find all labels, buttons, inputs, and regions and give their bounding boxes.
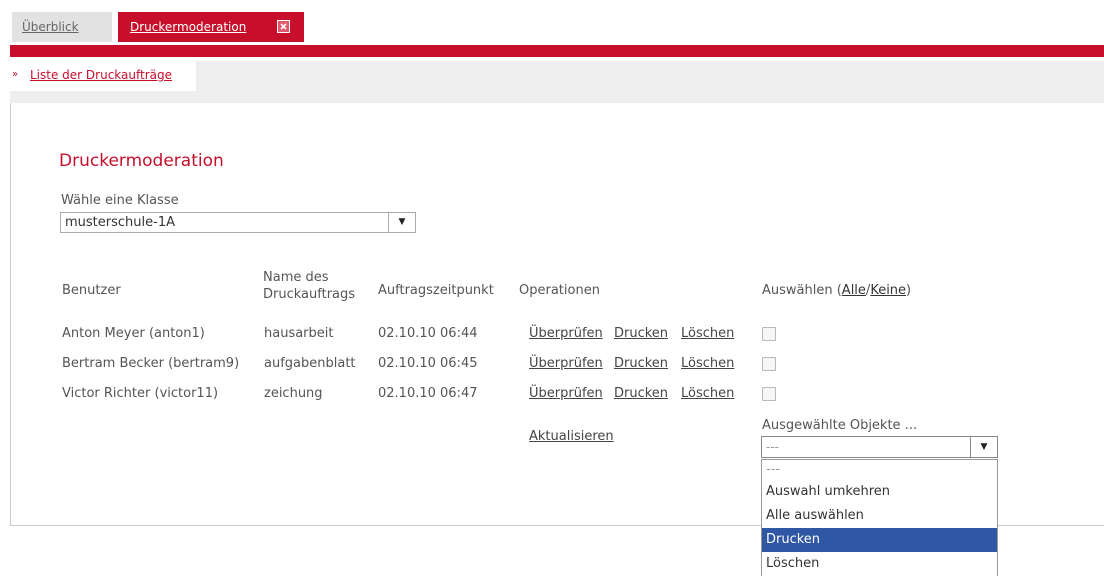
- row-1-job: hausarbeit: [264, 326, 334, 341]
- class-select-label: Wähle eine Klasse: [61, 193, 179, 208]
- header-benutzer: Benutzer: [62, 283, 121, 298]
- triangle-down-icon[interactable]: ▼: [388, 213, 415, 232]
- header-auswaehlen: Auswählen (Alle/Keine): [762, 282, 911, 299]
- header-auswaehlen-suffix: ): [906, 283, 912, 298]
- row-2-drucken-link[interactable]: Drucken: [614, 356, 668, 371]
- class-select-value: musterschule-1A: [65, 215, 175, 230]
- dropdown-option-loeschen[interactable]: Löschen: [762, 552, 997, 576]
- row-1-ueberpruefen-link[interactable]: Überprüfen: [529, 326, 603, 341]
- dropdown-option-alle-auswaehlen[interactable]: Alle auswählen: [762, 504, 997, 528]
- row-1-time: 02.10.10 06:44: [378, 326, 478, 341]
- header-name-line2: Druckauftrags: [263, 287, 356, 302]
- breadcrumb: » Liste der Druckaufträge: [10, 61, 196, 91]
- row-2-job: aufgabenblatt: [264, 356, 356, 371]
- double-chevron-right-icon: »: [12, 69, 19, 80]
- row-3-ueberpruefen-link[interactable]: Überprüfen: [529, 386, 603, 401]
- row-1-checkbox[interactable]: [762, 327, 776, 341]
- dropdown-option-drucken[interactable]: Drucken: [762, 528, 997, 552]
- row-3-time: 02.10.10 06:47: [378, 386, 478, 401]
- select-none-link[interactable]: Keine: [870, 283, 906, 298]
- row-2-user: Bertram Becker (bertram9): [62, 356, 240, 371]
- row-3-drucken-link[interactable]: Drucken: [614, 386, 668, 401]
- tab-ueberblick[interactable]: Überblick: [12, 12, 112, 42]
- header-name-druckauftrag: Name des Druckauftrags: [263, 269, 355, 303]
- close-icon[interactable]: [277, 20, 290, 33]
- page-title: Druckermoderation: [59, 151, 224, 171]
- dropdown-option-none[interactable]: ---: [762, 460, 997, 480]
- triangle-down-icon[interactable]: ▼: [970, 437, 997, 457]
- header-name-line1: Name des: [263, 270, 329, 285]
- refresh-link[interactable]: Aktualisieren: [529, 429, 614, 444]
- bulk-action-select[interactable]: --- ▼: [761, 436, 998, 458]
- header-auswaehlen-prefix: Auswählen (: [762, 283, 842, 298]
- tab-ueberblick-label[interactable]: Überblick: [22, 20, 79, 34]
- row-3-loeschen-link[interactable]: Löschen: [681, 386, 734, 401]
- header-auftragszeitpunkt: Auftragszeitpunkt: [378, 283, 494, 298]
- row-2-ueberpruefen-link[interactable]: Überprüfen: [529, 356, 603, 371]
- dropdown-option-auswahl-umkehren[interactable]: Auswahl umkehren: [762, 480, 997, 504]
- row-1-loeschen-link[interactable]: Löschen: [681, 326, 734, 341]
- class-select[interactable]: musterschule-1A ▼: [60, 212, 416, 233]
- tab-druckermoderation[interactable]: Druckermoderation: [118, 12, 304, 42]
- bulk-action-label: Ausgewählte Objekte ...: [762, 418, 918, 433]
- row-1-drucken-link[interactable]: Drucken: [614, 326, 668, 341]
- row-2-time: 02.10.10 06:45: [378, 356, 478, 371]
- bulk-action-value: ---: [766, 440, 779, 454]
- select-all-link[interactable]: Alle: [842, 283, 866, 298]
- row-2-checkbox[interactable]: [762, 357, 776, 371]
- tab-bar-underline: [10, 45, 1104, 57]
- bulk-action-dropdown: --- Auswahl umkehren Alle auswählen Druc…: [761, 459, 998, 576]
- row-1-user: Anton Meyer (anton1): [62, 326, 205, 341]
- tab-druckermoderation-label[interactable]: Druckermoderation: [130, 20, 246, 34]
- breadcrumb-link-druckauftraege[interactable]: Liste der Druckaufträge: [30, 68, 172, 82]
- header-operationen: Operationen: [519, 283, 600, 298]
- breadcrumb-bar: » Liste der Druckaufträge: [10, 61, 1104, 103]
- row-2-loeschen-link[interactable]: Löschen: [681, 356, 734, 371]
- row-3-job: zeichung: [264, 386, 323, 401]
- row-3-user: Victor Richter (victor11): [62, 386, 219, 401]
- row-3-checkbox[interactable]: [762, 387, 776, 401]
